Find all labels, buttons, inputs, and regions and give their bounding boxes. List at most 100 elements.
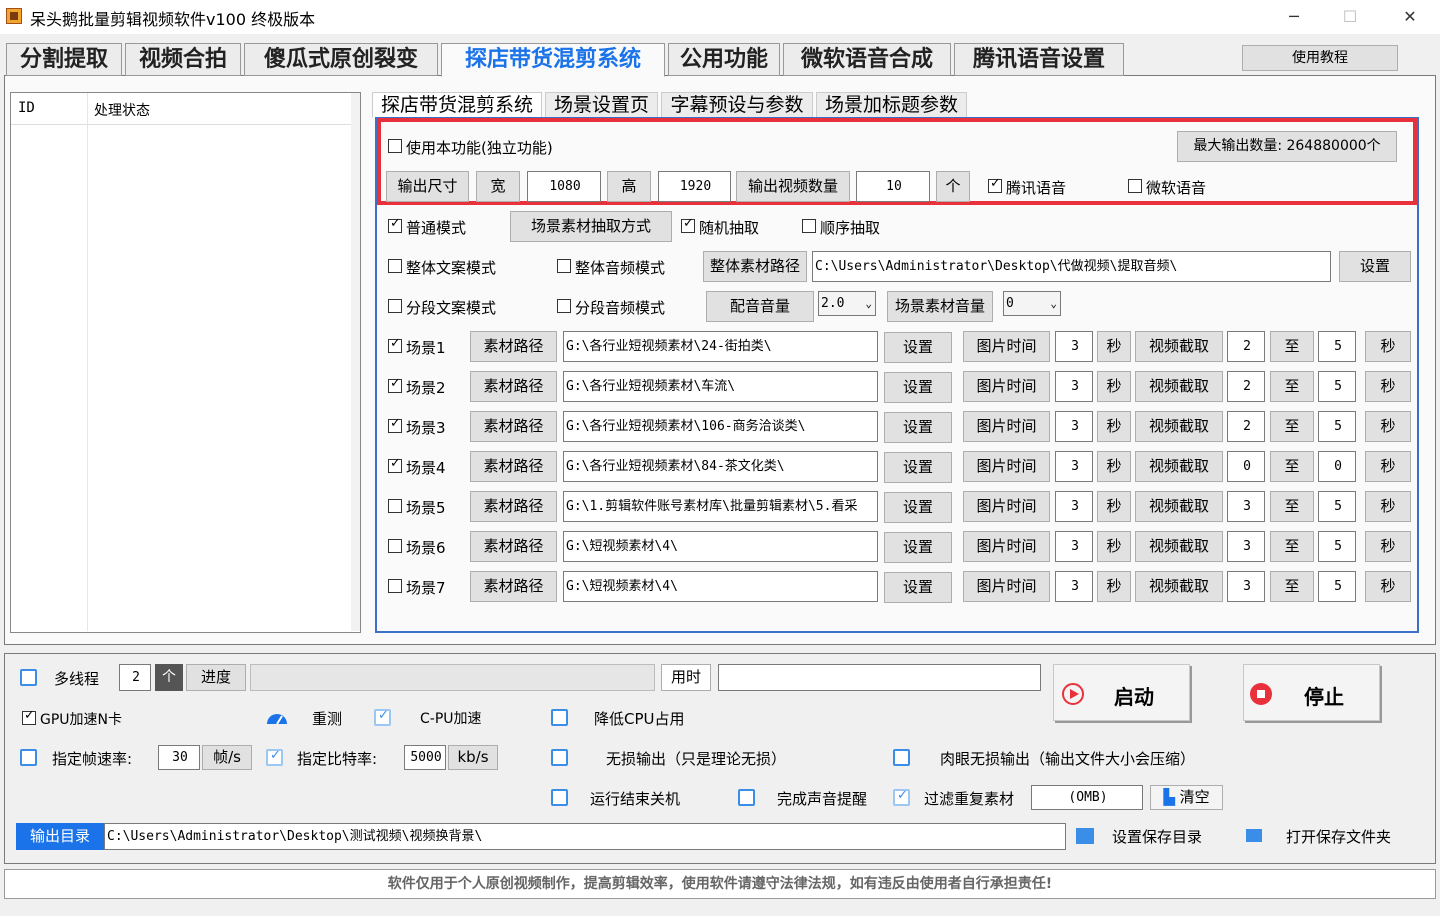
scene-volume-select[interactable]: 0 ⌄ <box>1003 291 1061 316</box>
scene-path-input[interactable]: G:\短视频素材\4\ <box>563 531 878 562</box>
clip-from-input[interactable]: 2 <box>1227 411 1265 442</box>
scene-extract-button[interactable]: 场景素材抽取方式 <box>510 211 672 242</box>
clip-from-input[interactable]: 2 <box>1227 371 1265 402</box>
width-input[interactable]: 1080 <box>527 171 601 202</box>
lossless-checkbox[interactable] <box>551 749 568 766</box>
scene-checkbox[interactable] <box>388 376 402 393</box>
tutorial-button[interactable]: 使用教程 <box>1242 45 1398 71</box>
clear-button[interactable]: ▙ 清空 <box>1150 785 1223 810</box>
dub-volume-select[interactable]: 2.0 ⌄ <box>818 291 876 316</box>
cpu-accel-checkbox[interactable] <box>374 708 391 726</box>
tab-tencent-voice[interactable]: 腾讯语音设置 <box>954 43 1124 76</box>
scene-path-button[interactable]: 素材路径 <box>470 451 557 482</box>
dub-volume-button[interactable]: 配音音量 <box>706 291 814 322</box>
multithread-checkbox[interactable] <box>20 669 37 686</box>
speedometer-icon[interactable] <box>265 708 289 726</box>
whole-text-checkbox[interactable] <box>388 259 402 273</box>
pic-time-input[interactable]: 3 <box>1055 411 1093 442</box>
output-dir-input[interactable]: C:\Users\Administrator\Desktop\测试视频\视频换背… <box>104 823 1066 850</box>
pic-time-input[interactable]: 3 <box>1055 331 1093 362</box>
pic-time-input[interactable]: 3 <box>1055 491 1093 522</box>
height-input[interactable]: 1920 <box>658 171 731 202</box>
max-output-button[interactable]: 最大输出数量: 264880000个 <box>1177 131 1397 162</box>
minimize-button[interactable]: ─ <box>1266 0 1322 34</box>
clip-from-input[interactable]: 3 <box>1227 571 1265 602</box>
scene-path-input[interactable]: G:\各行业短视频素材\24-街拍类\ <box>563 331 878 362</box>
clip-from-input[interactable]: 3 <box>1227 491 1265 522</box>
normal-mode-checkbox[interactable] <box>388 216 402 233</box>
tab-split-extract[interactable]: 分割提取 <box>6 43 122 76</box>
pic-time-input[interactable]: 3 <box>1055 531 1093 562</box>
open-save-dir-button[interactable]: 打开保存文件夹 <box>1246 825 1416 849</box>
tab-video-collab[interactable]: 视频合拍 <box>125 43 241 76</box>
fps-input[interactable]: 30 <box>158 745 200 770</box>
clip-to-input[interactable]: 5 <box>1318 571 1356 602</box>
scene-set-button[interactable]: 设置 <box>884 332 952 363</box>
clip-from-input[interactable]: 0 <box>1227 451 1265 482</box>
use-feature-checkbox[interactable] <box>388 139 402 153</box>
tab-fission[interactable]: 傻瓜式原创裂变 <box>244 43 438 76</box>
scene-path-input[interactable]: G:\1.剪辑软件账号素材库\批量剪辑素材\5.看采 <box>563 491 878 522</box>
pic-time-input[interactable]: 3 <box>1055 451 1093 482</box>
fps-checkbox[interactable] <box>20 749 37 766</box>
subtab-store-mix[interactable]: 探店带货混剪系统 <box>372 92 542 118</box>
bitrate-checkbox[interactable] <box>266 748 283 766</box>
clip-to-input[interactable]: 5 <box>1318 531 1356 562</box>
clip-to-input[interactable]: 5 <box>1318 371 1356 402</box>
seg-audio-checkbox[interactable] <box>557 299 571 313</box>
bitrate-input[interactable]: 5000 <box>404 745 446 770</box>
clip-from-input[interactable]: 3 <box>1227 531 1265 562</box>
clip-to-input[interactable]: 0 <box>1318 451 1356 482</box>
whole-path-button[interactable]: 整体素材路径 <box>703 251 807 282</box>
scene-volume-button[interactable]: 场景素材音量 <box>887 291 993 322</box>
clip-from-input[interactable]: 2 <box>1227 331 1265 362</box>
output-count-button[interactable]: 输出视频数量 <box>736 171 850 202</box>
filter-dup-checkbox[interactable] <box>893 788 910 806</box>
scene-path-button[interactable]: 素材路径 <box>470 411 557 442</box>
tab-ms-voice[interactable]: 微软语音合成 <box>783 43 951 76</box>
scene-set-button[interactable]: 设置 <box>884 532 952 563</box>
random-checkbox[interactable] <box>681 216 695 233</box>
subtab-scene-settings[interactable]: 场景设置页 <box>545 92 658 118</box>
whole-audio-checkbox[interactable] <box>557 259 571 273</box>
subtab-subtitle-preset[interactable]: 字幕预设与参数 <box>661 92 813 118</box>
scene-set-button[interactable]: 设置 <box>884 452 952 483</box>
scene-checkbox[interactable] <box>388 336 402 353</box>
tab-store-mix[interactable]: 探店带货混剪系统 <box>441 43 665 77</box>
clip-to-input[interactable]: 5 <box>1318 411 1356 442</box>
subtab-scene-title[interactable]: 场景加标题参数 <box>816 92 967 118</box>
tab-common[interactable]: 公用功能 <box>668 43 780 76</box>
shutdown-checkbox[interactable] <box>551 789 568 806</box>
close-button[interactable]: ✕ <box>1382 0 1438 34</box>
ms-voice-checkbox[interactable] <box>1128 179 1142 193</box>
scene-path-input[interactable]: G:\各行业短视频素材\车流\ <box>563 371 878 402</box>
scene-path-button[interactable]: 素材路径 <box>470 571 557 602</box>
scene-path-button[interactable]: 素材路径 <box>470 491 557 522</box>
scene-path-button[interactable]: 素材路径 <box>470 371 557 402</box>
thread-count-input[interactable]: 2 <box>119 664 151 691</box>
scene-path-input[interactable]: G:\各行业短视频素材\84-茶文化类\ <box>563 451 878 482</box>
start-button[interactable]: 启动 <box>1053 664 1190 721</box>
scene-set-button[interactable]: 设置 <box>884 412 952 443</box>
scene-set-button[interactable]: 设置 <box>884 572 952 603</box>
clip-to-input[interactable]: 5 <box>1318 331 1356 362</box>
reduce-cpu-checkbox[interactable] <box>551 709 568 726</box>
whole-path-input[interactable]: C:\Users\Administrator\Desktop\代做视频\提取音频… <box>812 251 1331 282</box>
scene-checkbox[interactable] <box>388 539 402 553</box>
sequential-checkbox[interactable] <box>802 219 816 233</box>
stop-button[interactable]: 停止 <box>1243 664 1380 721</box>
clip-to-input[interactable]: 5 <box>1318 491 1356 522</box>
maximize-button[interactable]: ☐ <box>1322 0 1378 34</box>
tencent-voice-checkbox[interactable] <box>988 176 1002 193</box>
scene-path-button[interactable]: 素材路径 <box>470 331 557 362</box>
output-count-input[interactable]: 10 <box>856 171 930 202</box>
scene-set-button[interactable]: 设置 <box>884 372 952 403</box>
scene-checkbox[interactable] <box>388 499 402 513</box>
scene-path-button[interactable]: 素材路径 <box>470 531 557 562</box>
seg-text-checkbox[interactable] <box>388 299 402 313</box>
scene-path-input[interactable]: G:\短视频素材\4\ <box>563 571 878 602</box>
scene-set-button[interactable]: 设置 <box>884 492 952 523</box>
output-size-button[interactable]: 输出尺寸 <box>386 171 469 202</box>
whole-path-set-button[interactable]: 设置 <box>1339 251 1411 282</box>
table-scrollbar[interactable] <box>351 93 360 631</box>
